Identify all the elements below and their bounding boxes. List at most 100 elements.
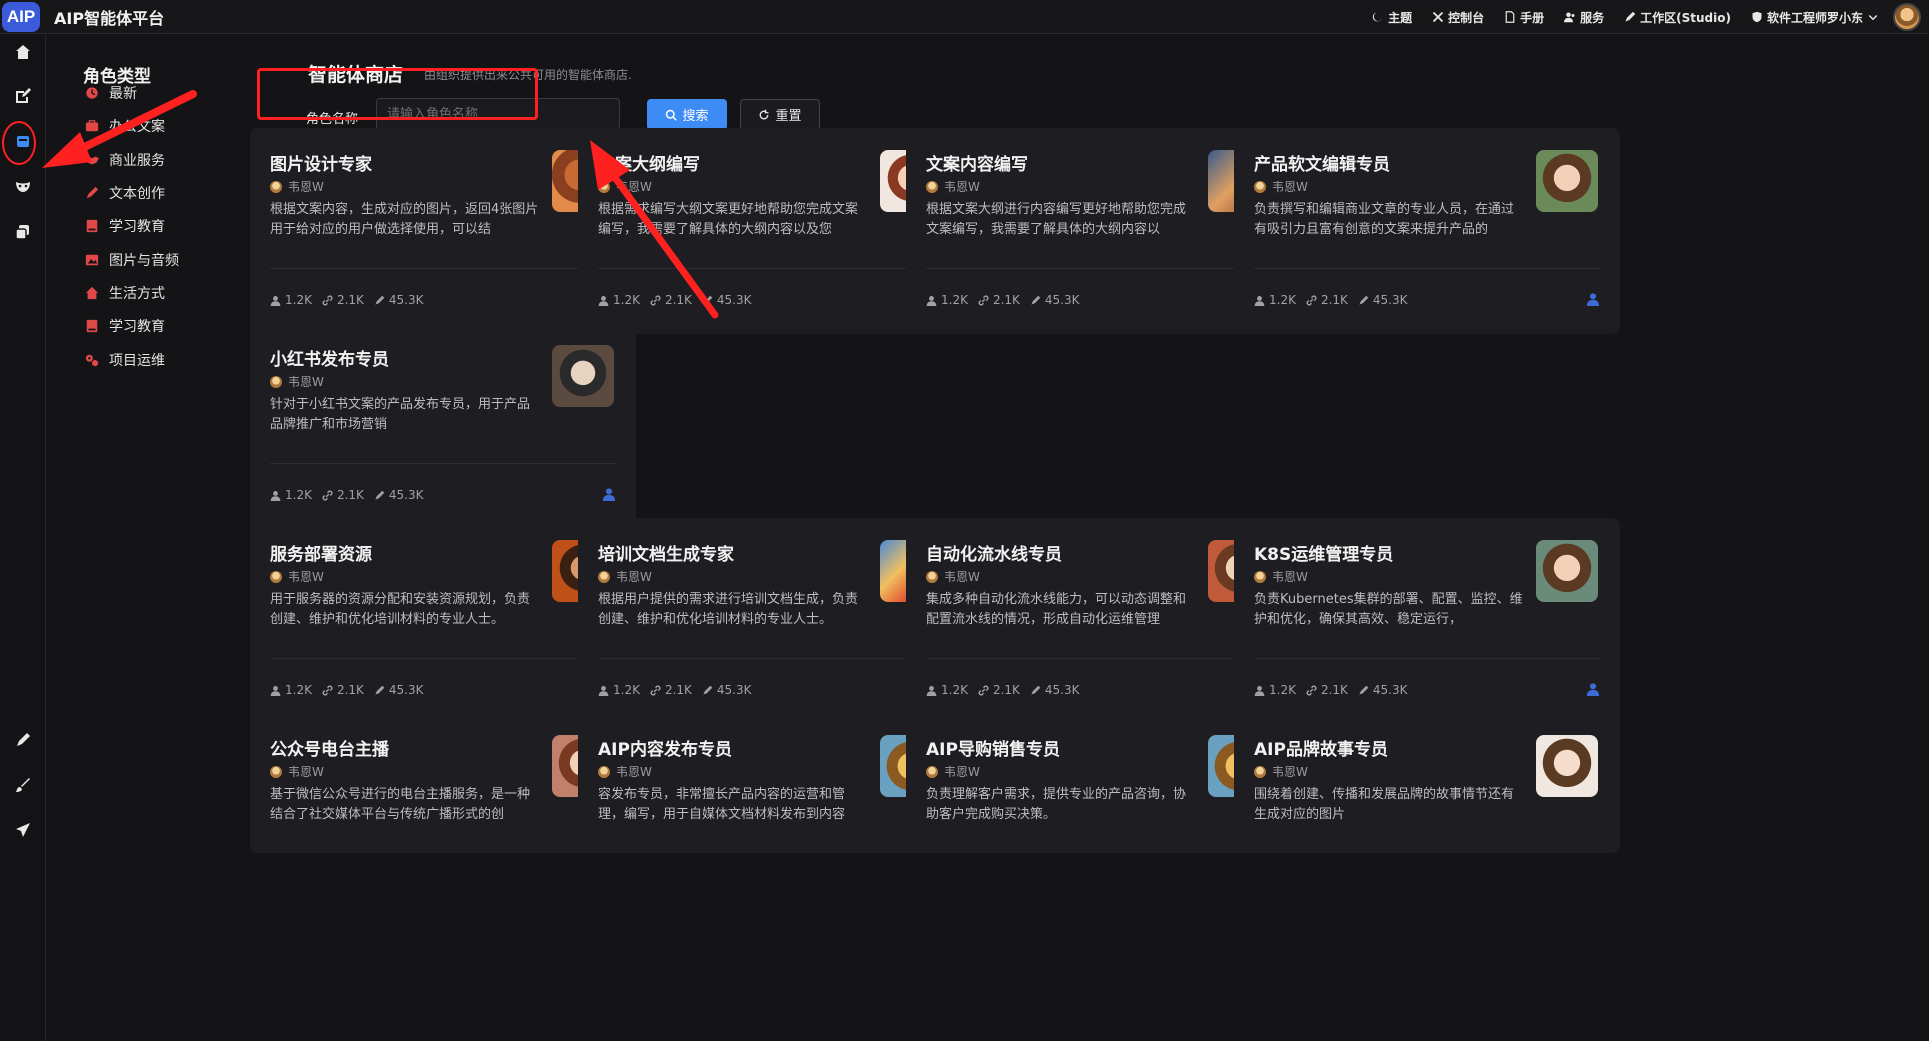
user-icon (926, 295, 937, 306)
agent-author: 韦恩W (926, 178, 980, 195)
author-avatar (1254, 765, 1266, 778)
moon-icon (1372, 12, 1382, 22)
author-avatar (926, 180, 938, 193)
category-label: 生活方式 (109, 286, 165, 302)
link-count: 2.1K (978, 683, 1020, 697)
use-count-value: 45.3K (388, 683, 424, 697)
copy-icon (15, 225, 29, 240)
agent-avatar (1536, 540, 1598, 602)
agent-author: 韦恩W (270, 568, 324, 585)
author-avatar (926, 765, 938, 778)
category-item[interactable]: 最新 (85, 81, 137, 105)
use-count: 45.3K (1030, 293, 1080, 307)
card-divider (270, 463, 616, 464)
nav-copy[interactable] (13, 222, 33, 242)
user-count: 1.2K (598, 293, 640, 307)
chevron-down-icon (1868, 15, 1878, 21)
category-item[interactable]: 项目运维 (85, 348, 165, 372)
agent-card[interactable]: AIP品牌故事专员 韦恩W 围绕着创建、传播和发展品牌的故事情节还有生成对应的图片 (1234, 713, 1620, 853)
category-item[interactable]: 商业服务 (85, 148, 165, 172)
agent-author: 韦恩W (1254, 178, 1308, 195)
person-icon[interactable] (1586, 682, 1600, 696)
category-item[interactable]: 生活方式 (85, 281, 165, 305)
agent-card[interactable]: K8S运维管理专员 韦恩W 负责Kubernetes集群的部署、配置、监控、维护和优… (1234, 518, 1620, 724)
user-count-value: 1.2K (941, 293, 968, 307)
use-count-value: 45.3K (388, 293, 424, 307)
nav-home[interactable] (13, 42, 33, 62)
console-menu[interactable]: 控制台 (1432, 9, 1484, 26)
agent-author: 韦恩W (1254, 763, 1308, 780)
agent-name: 产品软文编辑专员 (1254, 155, 1390, 175)
link-count: 2.1K (322, 683, 364, 697)
nav-pen[interactable] (13, 730, 33, 750)
agent-author: 韦恩W (598, 763, 652, 780)
book-icon (86, 219, 98, 233)
link-icon (322, 295, 333, 305)
pen-icon (1625, 11, 1636, 22)
agent-description: 围绕着创建、传播和发展品牌的故事情节还有生成对应的图片 (1254, 787, 1515, 822)
nav-mask[interactable] (13, 177, 33, 197)
search-icon (666, 109, 678, 121)
author-name: 韦恩W (944, 570, 980, 584)
user-count-value: 1.2K (285, 488, 312, 502)
manual-menu[interactable]: 手册 (1504, 9, 1544, 26)
user-count: 1.2K (270, 683, 312, 697)
author-avatar (270, 570, 282, 583)
pen-icon (703, 685, 713, 695)
user-icon (1254, 295, 1265, 306)
nav-edit[interactable] (13, 86, 33, 106)
user-menu[interactable]: 软件工程师罗小东 (1751, 9, 1879, 26)
category-item[interactable]: 办公文案 (85, 114, 165, 138)
category-label: 项目运维 (109, 353, 165, 369)
app-logo[interactable]: AIP (2, 1, 40, 32)
author-name: 韦恩W (288, 570, 324, 584)
category-item[interactable]: 学习教育 (85, 314, 165, 338)
pen-icon (17, 733, 30, 746)
agent-card[interactable]: 产品软文编辑专员 韦恩W 负责撰写和编辑商业文章的专业人员，在通过有吸引力且富有创意… (1234, 128, 1620, 334)
author-name: 韦恩W (288, 180, 324, 194)
user-icon (270, 685, 281, 696)
category-label: 图片与音频 (109, 253, 179, 269)
agent-description: 用于服务器的资源分配和安装资源规划，负责创建、维护和优化培训材料的专业人士。 (270, 592, 531, 627)
user-icon (598, 685, 609, 696)
user-icon (270, 295, 281, 306)
person-icon[interactable] (602, 487, 616, 501)
category-item[interactable]: 学习教育 (85, 214, 165, 238)
nav-send[interactable] (13, 820, 33, 840)
use-count: 45.3K (702, 293, 752, 307)
nav-brush[interactable] (13, 775, 33, 795)
agent-name: AIP导购销售专员 (926, 740, 1060, 760)
agent-name: 小红书发布专员 (270, 350, 389, 370)
agent-name: AIP内容发布专员 (598, 740, 732, 760)
author-avatar (1254, 570, 1266, 583)
user-count: 1.2K (1254, 683, 1296, 697)
service-menu[interactable]: 服务 (1564, 9, 1604, 26)
manual-label: 手册 (1520, 10, 1545, 25)
studio-menu[interactable]: 工作区(Studio) (1624, 9, 1731, 26)
book-icon (86, 319, 98, 333)
agent-card[interactable]: 小红书发布专员 韦恩W 针对于小红书文案的产品发布专员，用于产品品牌推广和市场营销 1… (250, 323, 636, 529)
agent-author: 韦恩W (926, 763, 980, 780)
person-icon[interactable] (1586, 292, 1600, 306)
user-count-value: 1.2K (285, 683, 312, 697)
card-divider (1254, 268, 1600, 269)
use-count-value: 45.3K (1372, 683, 1408, 697)
search-button[interactable]: 搜索 (647, 99, 727, 130)
link-count: 2.1K (1306, 683, 1348, 697)
author-avatar (598, 765, 610, 778)
use-count: 45.3K (1358, 683, 1408, 697)
main-content: 智能体商店 由组织提供出来公共可用的智能体商店. 角色名称 搜索 重置 图片设计… (250, 34, 1929, 1041)
use-count-value: 45.3K (1372, 293, 1408, 307)
link-count: 2.1K (650, 293, 692, 307)
author-name: 韦恩W (616, 180, 652, 194)
agent-stats: 1.2K 2.1K 45.3K (926, 293, 1080, 307)
use-count-value: 45.3K (716, 293, 752, 307)
agent-description: 根据用户提供的需求进行培训文档生成，负责创建、维护和优化培训材料的专业人士。 (598, 592, 859, 627)
pen-icon (375, 295, 385, 305)
user-avatar[interactable] (1893, 3, 1921, 31)
use-count-value: 45.3K (1044, 683, 1080, 697)
category-item[interactable]: 文本创作 (85, 181, 165, 205)
category-item[interactable]: 图片与音频 (85, 248, 179, 272)
theme-menu[interactable]: 主题 (1372, 9, 1412, 26)
reset-button[interactable]: 重置 (740, 99, 820, 130)
